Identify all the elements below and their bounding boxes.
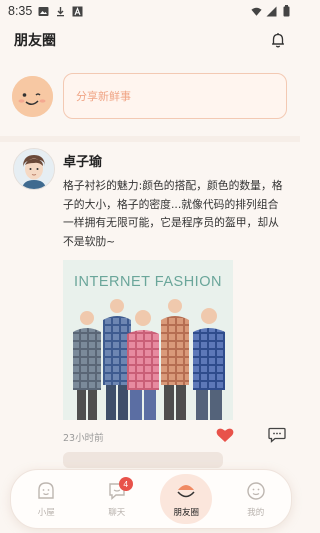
post-author[interactable]: 卓子瑜	[63, 151, 102, 170]
heart-icon[interactable]	[216, 427, 234, 443]
status-left: 8:35	[8, 4, 83, 18]
nav-item-moments[interactable]: 朋友圈	[160, 474, 213, 524]
my-avatar[interactable]	[12, 76, 53, 117]
nav-label-home: 小屋	[37, 507, 55, 518]
bottom-nav: 小屋 4 聊天 朋友圈 我的	[10, 469, 292, 529]
bell-icon[interactable]	[268, 30, 288, 50]
post-time: 23小时前	[63, 433, 104, 444]
compose-section: 分享新鲜事	[0, 62, 300, 132]
nav-item-profile[interactable]: 我的	[229, 474, 283, 524]
nav-item-home[interactable]: 小屋	[19, 474, 73, 524]
status-bar: 8:35	[0, 0, 300, 22]
signal-icon	[266, 6, 277, 17]
nav-label-profile: 我的	[247, 507, 265, 518]
wifi-icon	[251, 6, 262, 17]
status-right	[251, 5, 292, 17]
header: 朋友圈	[0, 24, 300, 56]
battery-icon	[281, 5, 292, 17]
compose-input[interactable]: 分享新鲜事	[63, 73, 287, 119]
nav-label-chat: 聊天	[108, 507, 126, 518]
smiley-icon	[38, 481, 54, 499]
page-title: 朋友圈	[14, 33, 56, 49]
post-text: 格子衬衫的魅力:颜色的搭配，颜色的数量，格子的大小，格子的密度...就像代码的排…	[63, 179, 283, 248]
status-time: 8:35	[8, 4, 33, 18]
plaid-men-illustration	[73, 299, 225, 420]
profile-icon	[247, 481, 265, 500]
chat-badge: 4	[118, 477, 133, 491]
nav-label-moments: 朋友圈	[173, 507, 199, 518]
next-post-peek	[63, 452, 223, 468]
font-icon	[72, 6, 83, 17]
download-icon	[55, 6, 66, 17]
moments-icon	[177, 484, 195, 497]
post-image[interactable]: INTERNET FASHION	[63, 260, 233, 420]
image-icon	[38, 6, 49, 17]
comment-icon[interactable]	[268, 427, 286, 443]
author-avatar[interactable]	[13, 148, 55, 190]
compose-placeholder: 分享新鲜事	[76, 90, 131, 103]
post-card: 卓子瑜 格子衬衫的魅力:颜色的搭配，颜色的数量，格子的大小，格子的密度...就像…	[0, 142, 300, 457]
nav-item-chat[interactable]: 4 聊天	[90, 474, 144, 524]
